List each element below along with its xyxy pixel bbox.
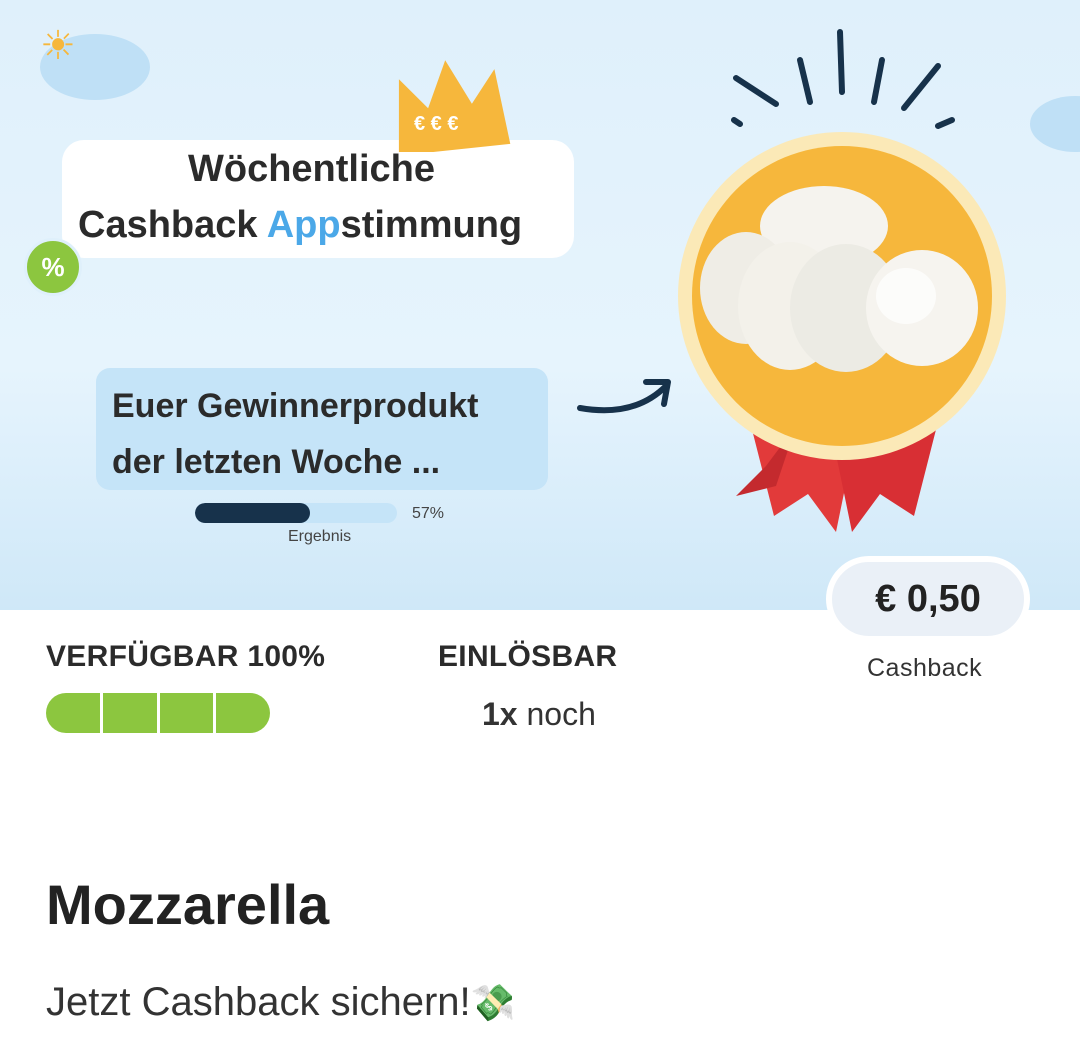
redeemable-count: 1x noch bbox=[482, 696, 596, 732]
svg-text:€ € €: € € € bbox=[414, 113, 458, 135]
result-progress-bar bbox=[195, 503, 397, 523]
arrow-icon bbox=[577, 379, 671, 414]
cloud-decoration bbox=[1030, 96, 1080, 152]
banner-title-line1: Wöchentliche bbox=[188, 148, 436, 190]
availability-label: VERFÜGBAR 100% bbox=[46, 640, 326, 673]
availability-segment bbox=[46, 693, 100, 733]
redeemable-label: EINLÖSBAR bbox=[438, 640, 618, 673]
availability-segment bbox=[102, 693, 157, 733]
cashback-price-badge: € 0,50 bbox=[826, 556, 1030, 642]
money-with-wings-icon: 💸 bbox=[470, 982, 516, 1023]
result-percent: 57% bbox=[412, 505, 445, 522]
winner-text: Euer Gewinnerprodukt der letzten Woche .… bbox=[112, 387, 479, 481]
product-title: Mozzarella bbox=[46, 873, 330, 936]
availability-segment bbox=[159, 693, 214, 733]
availability-bar bbox=[46, 693, 270, 733]
product-subtitle: Jetzt Cashback sichern!💸 bbox=[46, 980, 516, 1024]
cashback-caption: Cashback bbox=[867, 654, 983, 682]
banner-title-line2: Cashback Appstimmung bbox=[78, 204, 523, 246]
promo-banner[interactable]: ☀ Wöchentliche Cashback Appstimmung € € … bbox=[0, 0, 1080, 610]
result-progress-fill bbox=[195, 503, 311, 523]
availability-segment bbox=[216, 693, 270, 733]
percent-badge-icon: % bbox=[24, 238, 82, 296]
medal-mozzarella-image bbox=[678, 29, 1006, 532]
result-label: Ergebnis bbox=[288, 528, 352, 545]
crown-icon: € € € bbox=[398, 60, 511, 152]
sun-icon: ☀ bbox=[40, 24, 76, 68]
